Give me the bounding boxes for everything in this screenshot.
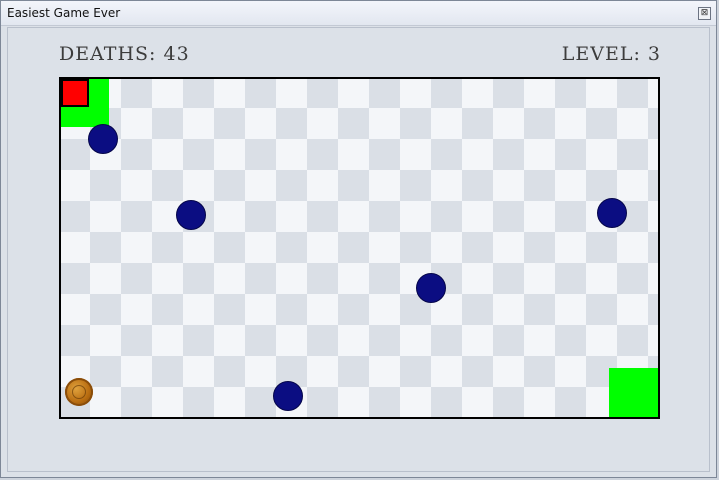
goal-zone bbox=[609, 368, 658, 417]
game-area: DEATHS: 43 LEVEL: 3 bbox=[7, 27, 710, 472]
enemy-dot bbox=[416, 273, 446, 303]
player-square[interactable] bbox=[61, 79, 89, 107]
window-title: Easiest Game Ever bbox=[7, 6, 121, 20]
title-bar[interactable]: Easiest Game Ever ⊠ bbox=[1, 1, 716, 26]
game-window: Easiest Game Ever ⊠ DEATHS: 43 LEVEL: 3 bbox=[0, 0, 717, 478]
close-button[interactable]: ⊠ bbox=[698, 7, 711, 20]
level-indicator: LEVEL: 3 bbox=[561, 43, 661, 65]
coin bbox=[65, 378, 93, 406]
enemy-dot bbox=[88, 124, 118, 154]
enemy-dot bbox=[273, 381, 303, 411]
deaths-counter: DEATHS: 43 bbox=[59, 43, 190, 65]
enemy-dot bbox=[176, 200, 206, 230]
game-board[interactable] bbox=[59, 77, 660, 419]
close-icon: ⊠ bbox=[700, 8, 709, 18]
enemy-dot bbox=[597, 198, 627, 228]
